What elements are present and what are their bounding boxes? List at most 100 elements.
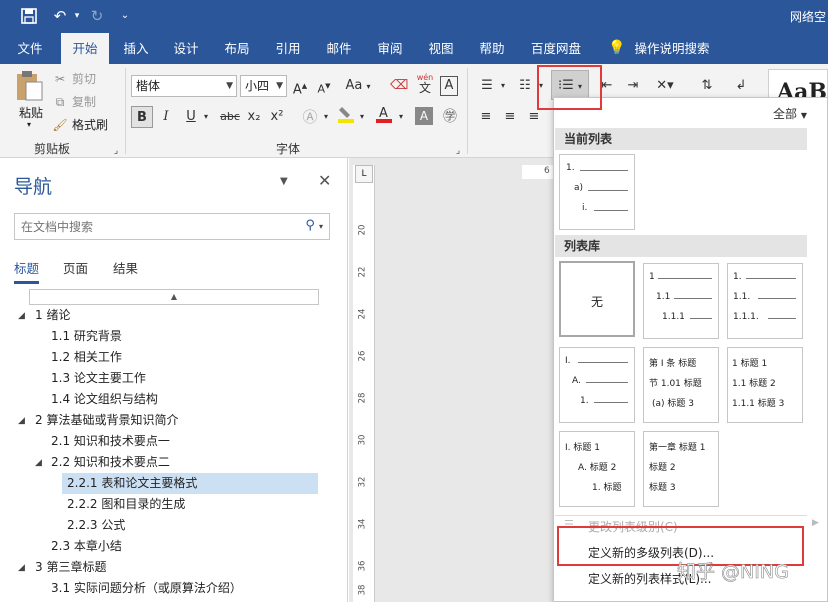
paste-dropdown-icon[interactable]: ▾	[27, 120, 31, 129]
tab-file[interactable]: 文件	[8, 33, 52, 64]
underline-dropdown-icon[interactable]: ▾	[201, 106, 211, 128]
heading-item[interactable]: 2.1 知识和技术要点一	[51, 431, 170, 452]
font-color-icon[interactable]: A	[374, 104, 394, 126]
font-color-dropdown-icon[interactable]: ▾	[396, 106, 406, 128]
clear-formatting-icon[interactable]: ⌫	[390, 75, 408, 97]
show-formatting-icon[interactable]: ↲	[730, 75, 752, 97]
heading-item[interactable]: 1.4 论文组织与结构	[51, 389, 158, 410]
collapse-triangle-icon[interactable]: ◢	[18, 416, 25, 426]
italic-button[interactable]: I	[157, 106, 175, 128]
text-effects-icon[interactable]: Ⓐ	[300, 106, 320, 128]
tab-selector[interactable]: L	[355, 165, 373, 183]
search-input[interactable]	[15, 214, 295, 239]
numbering-icon[interactable]: ☷	[514, 75, 536, 97]
heading-item[interactable]: 2.2.3 公式	[67, 515, 125, 536]
list-style-roman[interactable]: I. A. 1.	[559, 347, 635, 423]
list-style-heading-numeric[interactable]: 1 标题 1 1.1 标题 2 1.1.1 标题 3	[727, 347, 803, 423]
tab-review[interactable]: 审阅	[370, 33, 410, 64]
chevron-down-icon: ▼	[800, 111, 807, 120]
list-style-numeric-dot[interactable]: 1. 1.1. 1.1.1.	[727, 263, 803, 339]
sort-icon[interactable]: ⇅	[696, 75, 718, 97]
vertical-ruler: L 20 22 24 26 28 30 32 34 36 38	[353, 165, 375, 602]
tab-layout[interactable]: 布局	[217, 33, 257, 64]
nav-tab-headings[interactable]: 标题	[14, 258, 40, 284]
submenu-arrow-icon: ▶	[812, 518, 819, 528]
tab-baidu-netdisk[interactable]: 百度网盘	[526, 33, 586, 64]
bold-button[interactable]: B	[131, 106, 153, 128]
customize-icon[interactable]: ⌄	[118, 5, 132, 27]
window-title: 网络空	[789, 10, 826, 24]
paste-button[interactable]: 粘贴	[14, 104, 48, 121]
bullets-icon[interactable]: ☰	[476, 75, 498, 97]
tab-help[interactable]: 帮助	[472, 33, 512, 64]
close-icon[interactable]: ✕	[318, 171, 331, 190]
list-filter-select[interactable]: 全部 ▼	[773, 105, 807, 122]
tab-home[interactable]: 开始	[61, 33, 109, 64]
heading-item-selected[interactable]: 2.2.1 表和论文主要格式	[62, 473, 318, 494]
nav-tab-pages[interactable]: 页面	[63, 258, 88, 277]
nav-title: 导航	[14, 176, 53, 198]
collapse-triangle-icon[interactable]: ◢	[35, 458, 42, 468]
underline-button[interactable]: U	[182, 106, 200, 128]
character-shading-icon[interactable]: A	[415, 107, 433, 125]
tab-insert[interactable]: 插入	[116, 33, 156, 64]
ruler-mark: 24	[357, 308, 368, 320]
heading-item[interactable]: 3.1 实际问题分析（或原算法介绍）	[51, 578, 242, 599]
heading-item[interactable]: 2.2.2 图和目录的生成	[67, 494, 185, 515]
undo-dropdown-icon[interactable]: ▾	[71, 5, 83, 27]
increase-indent-icon[interactable]: ⇥	[622, 75, 644, 97]
collapse-all-button[interactable]: ▲	[29, 289, 319, 305]
enclose-characters-icon[interactable]: ㊫	[440, 106, 460, 128]
current-list-thumbnail[interactable]: 1. a) i.	[559, 154, 635, 230]
font-size-select[interactable]: 小四 ▼	[240, 75, 287, 97]
collapse-triangle-icon[interactable]: ◢	[18, 311, 25, 321]
heading-item[interactable]: 1 绪论	[35, 305, 70, 326]
save-icon[interactable]	[18, 5, 40, 27]
list-style-heading-roman[interactable]: I. 标题 1 A. 标题 2 1. 标题	[559, 431, 635, 507]
navigation-pane: 导航 ▼ ✕ ⚲ ▾ 标题 页面 结果 ▲ ◢ 1 绪论 1.1 研究背景 1.…	[0, 158, 348, 602]
character-border-button[interactable]: A	[440, 76, 458, 96]
copy-button[interactable]: ⧉ 复制	[52, 92, 96, 112]
highlight-dropdown-icon[interactable]: ▾	[357, 106, 367, 128]
heading-item[interactable]: 2.2 知识和技术要点二	[51, 452, 170, 473]
current-list-header: 当前列表	[555, 128, 807, 150]
grow-font-button[interactable]: A▲	[292, 75, 308, 97]
format-painter-button[interactable]: 🖌 格式刷	[52, 115, 108, 135]
collapse-triangle-icon[interactable]: ◢	[18, 563, 25, 573]
chinese-layout-icon[interactable]: ✕▾	[652, 75, 678, 97]
heading-item[interactable]: 1.3 论文主要工作	[51, 368, 146, 389]
heading-item[interactable]: 1.2 相关工作	[51, 347, 122, 368]
tab-references[interactable]: 引用	[268, 33, 308, 64]
heading-item[interactable]: 2.3 本章小结	[51, 536, 122, 557]
nav-options-icon[interactable]: ▼	[280, 176, 288, 187]
heading-item[interactable]: 3 第三章标题	[35, 557, 106, 578]
bullets-dropdown-icon[interactable]: ▾	[498, 75, 508, 97]
list-style-chapter[interactable]: 第一章 标题 1 标题 2 标题 3	[643, 431, 719, 507]
shrink-font-button[interactable]: A▼	[316, 75, 332, 97]
search-icon[interactable]: ⚲ ▾	[305, 218, 323, 233]
subscript-button[interactable]: x₂	[245, 106, 263, 128]
phonetic-guide-button[interactable]: wén 文	[414, 72, 436, 94]
font-name-select[interactable]: 楷体 ▼	[131, 75, 237, 97]
highlight-icon[interactable]	[336, 104, 356, 126]
align-left-icon[interactable]: ≡	[476, 106, 496, 128]
change-case-button[interactable]: Aa ▾	[344, 75, 372, 97]
list-style-numeric[interactable]: 1 1.1 1.1.1	[643, 263, 719, 339]
redo-icon[interactable]: ↻	[86, 5, 108, 27]
list-style-article-section[interactable]: 第 I 条 标题 节 1.01 标题 (a) 标题 3	[643, 347, 719, 423]
list-style-none[interactable]: 无	[559, 261, 635, 337]
heading-item[interactable]: 2 算法基础或背景知识简介	[35, 410, 178, 431]
ruler-mark: 36	[357, 560, 368, 572]
align-center-icon[interactable]: ≡	[500, 106, 520, 128]
tab-mailings[interactable]: 邮件	[319, 33, 359, 64]
superscript-button[interactable]: x²	[268, 106, 286, 128]
tell-me-search[interactable]: 操作说明搜索	[630, 33, 714, 64]
nav-tab-results[interactable]: 结果	[113, 258, 138, 277]
cut-button[interactable]: ✂ 剪切	[52, 69, 96, 89]
undo-icon[interactable]: ↶	[49, 5, 71, 27]
heading-item[interactable]: 1.1 研究背景	[51, 326, 122, 347]
text-effects-dropdown-icon[interactable]: ▾	[321, 106, 331, 128]
strikethrough-button[interactable]: abc	[218, 106, 242, 128]
tab-view[interactable]: 视图	[421, 33, 461, 64]
tab-design[interactable]: 设计	[166, 33, 206, 64]
